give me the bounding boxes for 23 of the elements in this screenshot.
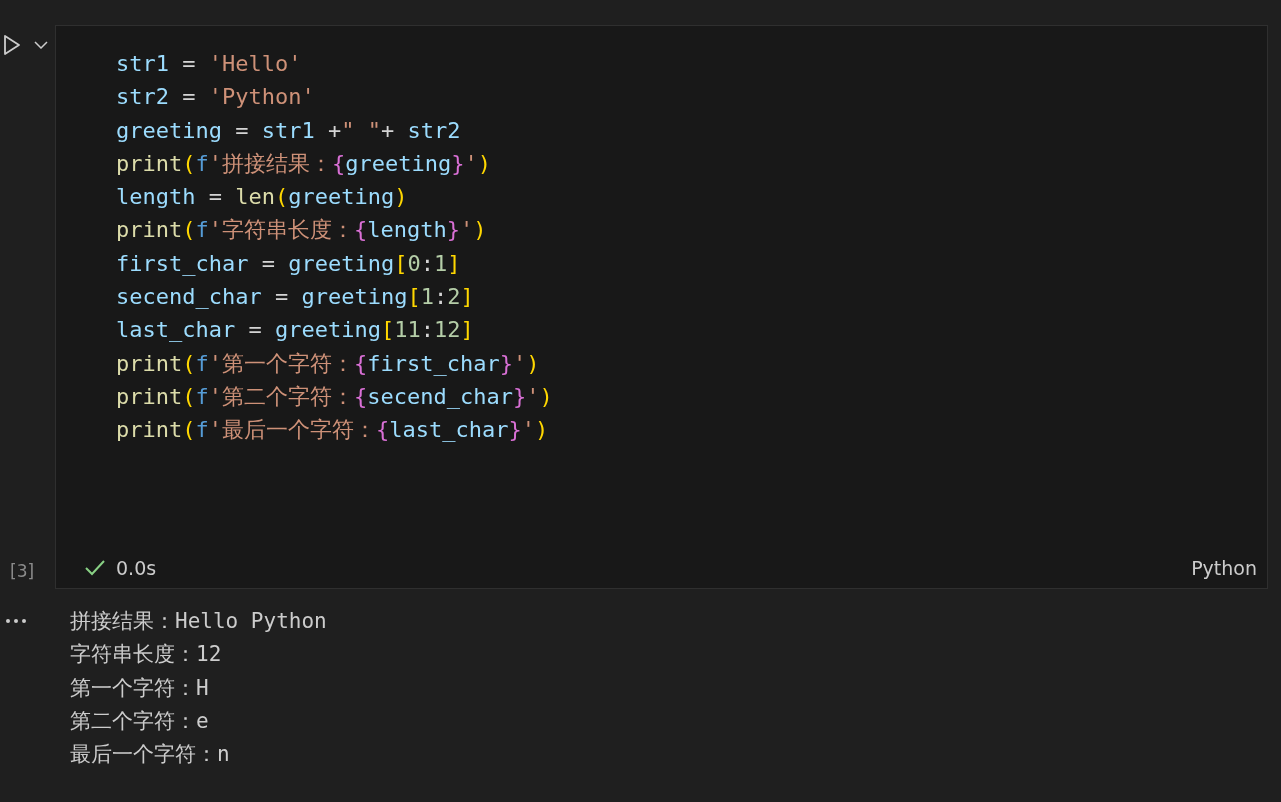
code-line: length = len(greeting) bbox=[116, 183, 408, 212]
code-line: str2 = 'Python' bbox=[116, 83, 315, 112]
output-line: 第一个字符：H bbox=[70, 674, 209, 702]
output-line: 第二个字符：e bbox=[70, 707, 209, 735]
code-line: last_char = greeting[11:12] bbox=[116, 316, 474, 345]
output-line: 最后一个字符：n bbox=[70, 741, 230, 769]
code-line: greeting = str1 +" "+ str2 bbox=[116, 116, 461, 145]
code-line: print(f'拼接结果：{greeting}') bbox=[116, 149, 491, 178]
code-line: secend_char = greeting[1:2] bbox=[116, 283, 474, 312]
execution-count: [3] bbox=[9, 561, 36, 581]
run-icon[interactable] bbox=[2, 33, 22, 57]
output-line: 字符串长度：12 bbox=[70, 641, 222, 669]
more-icon[interactable] bbox=[5, 618, 27, 624]
code-line: str1 = 'Hello' bbox=[116, 50, 302, 78]
language-label[interactable]: Python bbox=[1191, 557, 1257, 579]
duration: 0.0s bbox=[116, 557, 157, 579]
chevron-icon[interactable] bbox=[34, 41, 48, 49]
code-line: first_char = greeting[0:1] bbox=[116, 249, 461, 278]
code-line: print(f'字符串长度：{length}') bbox=[116, 216, 487, 245]
code-line: print(f'第一个字符：{first_char}') bbox=[116, 349, 540, 378]
code-line: print(f'最后一个字符：{last_char}') bbox=[116, 416, 549, 445]
output-line: 拼接结果：Hello Python bbox=[70, 608, 327, 635]
code-line: print(f'第二个字符：{secend_char}') bbox=[116, 382, 553, 411]
